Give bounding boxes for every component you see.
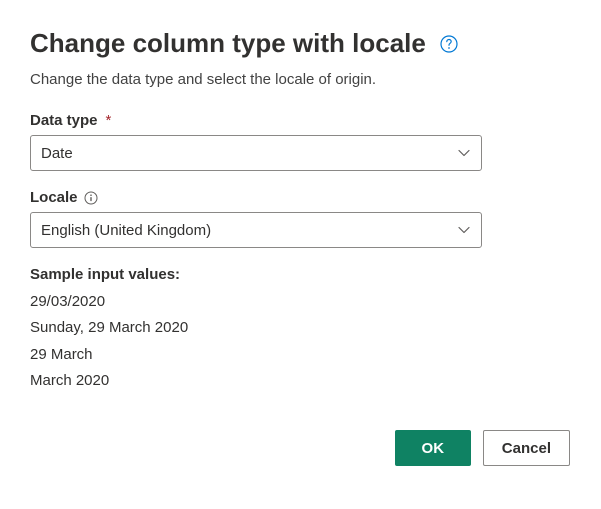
locale-dropdown[interactable]: English (United Kingdom) — [30, 212, 482, 248]
sample-values-label: Sample input values: — [30, 266, 571, 283]
sample-item: March 2020 — [30, 368, 571, 394]
chevron-down-icon — [457, 146, 471, 160]
dialog-title: Change column type with locale — [30, 28, 426, 59]
info-icon[interactable] — [84, 191, 98, 205]
dialog-buttons: OK Cancel — [30, 430, 570, 466]
locale-label-row: Locale — [30, 189, 571, 206]
chevron-down-icon — [457, 223, 471, 237]
locale-value: English (United Kingdom) — [41, 222, 211, 239]
dialog-header: Change column type with locale — [30, 28, 571, 59]
data-type-dropdown[interactable]: Date — [30, 135, 482, 171]
required-indicator: * — [106, 112, 112, 129]
help-icon[interactable] — [440, 35, 458, 53]
data-type-label: Data type — [30, 112, 98, 129]
sample-values-list: 29/03/2020 Sunday, 29 March 2020 29 Marc… — [30, 289, 571, 394]
ok-button[interactable]: OK — [395, 430, 471, 466]
sample-item: Sunday, 29 March 2020 — [30, 315, 571, 341]
data-type-value: Date — [41, 145, 73, 162]
data-type-label-row: Data type * — [30, 112, 571, 129]
dialog-subtitle: Change the data type and select the loca… — [30, 71, 571, 88]
sample-item: 29/03/2020 — [30, 289, 571, 315]
locale-label: Locale — [30, 189, 78, 206]
cancel-button[interactable]: Cancel — [483, 430, 570, 466]
sample-item: 29 March — [30, 342, 571, 368]
